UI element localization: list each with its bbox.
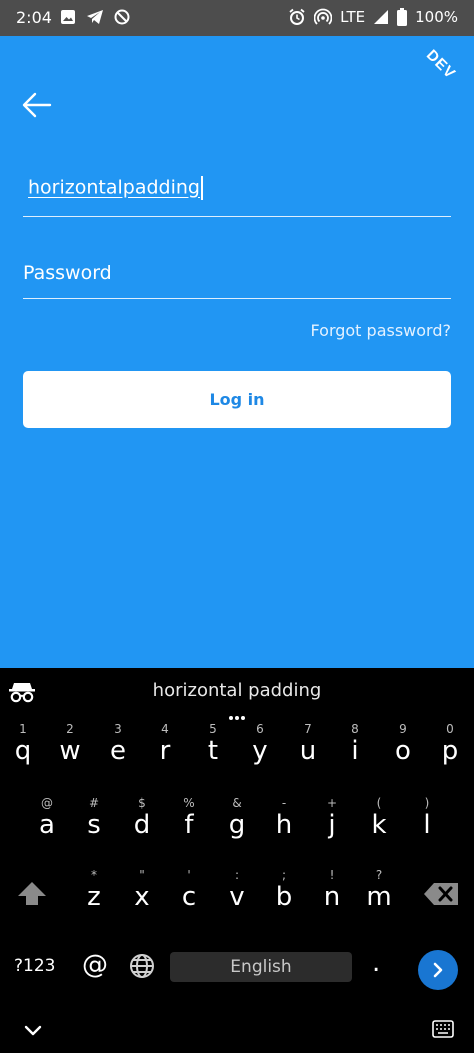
key-row-bottom: ?123 @ English . [0, 940, 474, 996]
key-v[interactable]: :v [215, 864, 259, 924]
key-l[interactable]: ) l [405, 792, 449, 852]
key-y[interactable]: 6y [238, 718, 282, 778]
go-key[interactable] [418, 950, 458, 990]
back-arrow-icon[interactable] [20, 88, 54, 122]
shift-icon[interactable] [14, 876, 50, 912]
key-w[interactable]: 2w [48, 718, 92, 778]
key-t[interactable]: 5t [191, 718, 235, 778]
key-e[interactable]: 3e [96, 718, 140, 778]
key-k[interactable]: (k [357, 792, 401, 852]
key-r[interactable]: 4r [143, 718, 187, 778]
battery-icon [397, 8, 408, 26]
key-q[interactable]: 1q [1, 718, 45, 778]
at-key[interactable]: @ [82, 950, 108, 980]
forgot-password-link[interactable]: Forgot password? [311, 321, 451, 340]
text-cursor [200, 176, 203, 200]
username-value: horizontalpadding [28, 176, 203, 200]
key-p[interactable]: 0p [428, 718, 472, 778]
key-u[interactable]: 7u [286, 718, 330, 778]
key-d[interactable]: $ d [120, 792, 164, 852]
chevron-right-icon [433, 962, 443, 978]
login-screen: DEV horizontalpadding Password Forgot pa… [0, 36, 474, 668]
word-suggestion[interactable]: horizontal padding [0, 680, 474, 701]
circle-slash-icon [114, 9, 130, 25]
key-row-1: 1q 2w 3e 4r 5t 6y 7u 8i 9o 0p [0, 718, 474, 778]
key-f[interactable]: % f [167, 792, 211, 852]
network-label: LTE [340, 8, 366, 26]
suggestion-strip: horizontal padding [0, 668, 474, 720]
key-b[interactable]: ; b [262, 864, 306, 924]
env-badge: DEV [423, 46, 460, 83]
key-row-3: * z " x ' c :v ; b ! n ? m [0, 864, 474, 924]
more-suggestions-icon[interactable] [228, 706, 246, 720]
telegram-icon [86, 9, 104, 25]
signal-icon [373, 9, 389, 25]
key-a[interactable]: @ a [25, 792, 69, 852]
space-bar[interactable]: English [170, 952, 352, 982]
backspace-icon[interactable] [422, 876, 462, 912]
hotspot-icon [314, 8, 333, 26]
key-i[interactable]: 8i [333, 718, 377, 778]
image-icon [60, 9, 76, 25]
battery-percent: 100% [415, 8, 458, 26]
keyboard-switch-icon[interactable] [432, 1020, 454, 1038]
status-bar: 2:04 LTE 100% [0, 0, 474, 36]
keyboard-nav-row [0, 1008, 474, 1053]
key-row-2: @ a # s $ d % f & g -h + j (k ) l [0, 792, 474, 852]
password-placeholder: Password [23, 262, 112, 284]
key-s[interactable]: # s [72, 792, 116, 852]
key-c[interactable]: ' c [167, 864, 211, 924]
key-o[interactable]: 9o [381, 718, 425, 778]
key-z[interactable]: * z [72, 864, 116, 924]
key-h[interactable]: -h [262, 792, 306, 852]
key-x[interactable]: " x [120, 864, 164, 924]
period-key[interactable]: . [372, 948, 380, 978]
soft-keyboard: horizontal padding 1q 2w 3e 4r 5t 6y 7u … [0, 668, 474, 1053]
status-time: 2:04 [16, 8, 52, 27]
username-field[interactable]: horizontalpadding [23, 168, 451, 217]
key-n[interactable]: ! n [310, 864, 354, 924]
symbols-key[interactable]: ?123 [14, 956, 55, 976]
password-field[interactable]: Password [23, 250, 451, 299]
key-g[interactable]: & g [215, 792, 259, 852]
alarm-icon [288, 8, 306, 26]
chevron-down-icon[interactable] [24, 1022, 42, 1036]
key-m[interactable]: ? m [357, 864, 401, 924]
key-j[interactable]: + j [310, 792, 354, 852]
globe-icon[interactable] [128, 952, 156, 980]
login-button[interactable]: Log in [23, 371, 451, 428]
